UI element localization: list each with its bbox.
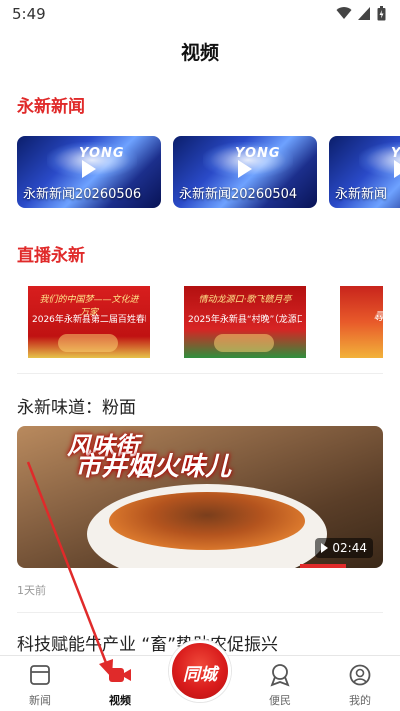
duration-badge: 02:44 bbox=[315, 538, 373, 558]
section-title-live: 直播永新 bbox=[17, 246, 85, 266]
live-decoration bbox=[58, 334, 118, 352]
live-thumb-3[interactable]: 尋味将军县 bbox=[340, 286, 383, 358]
video-overlay-line2: 市井烟火味儿 bbox=[75, 452, 232, 482]
divider bbox=[17, 373, 383, 374]
page-title: 视频 bbox=[180, 42, 219, 64]
signal-icon bbox=[358, 7, 370, 20]
nav-label: 我的 bbox=[349, 694, 371, 707]
nav-item-service[interactable]: 便民 bbox=[250, 662, 310, 708]
video-thumb-news-3[interactable]: YONG 永新新闻 bbox=[329, 136, 400, 208]
tongcheng-logo: 同城 bbox=[183, 665, 217, 685]
duration-text: 02:44 bbox=[332, 541, 367, 555]
time-ago: 1天前 bbox=[17, 584, 46, 597]
service-icon bbox=[267, 662, 293, 688]
status-icons bbox=[336, 6, 386, 21]
nav-label: 视频 bbox=[109, 694, 131, 707]
featured-title[interactable]: 永新味道：粉面 bbox=[17, 393, 136, 418]
thumb-caption: 永新新闻20260504 bbox=[179, 187, 298, 202]
live-banner: 尋味将军县 bbox=[348, 308, 384, 324]
play-icon bbox=[238, 160, 252, 178]
video-thumb-news-1[interactable]: YONG 永新新闻20260506 bbox=[17, 136, 161, 208]
nav-label: 新闻 bbox=[29, 694, 51, 707]
thumb-caption: 永新新闻 bbox=[335, 187, 388, 202]
section-title-news: 永新新闻 bbox=[17, 97, 85, 117]
status-bar: 5:49 bbox=[0, 0, 400, 28]
thumb-brand: YONG bbox=[79, 146, 125, 161]
play-icon bbox=[321, 543, 329, 553]
thumb-caption: 永新新闻20260506 bbox=[23, 187, 142, 202]
video-thumb-news-2[interactable]: YONG 永新新闻20260504 bbox=[173, 136, 317, 208]
nav-item-news[interactable]: 新闻 bbox=[10, 662, 70, 708]
thumb-brand: YONG bbox=[235, 146, 281, 161]
tongcheng-logo-button[interactable]: 同城 bbox=[169, 640, 231, 702]
live-thumb-2[interactable]: 情动龙源口·歌飞赣月亭 2025年永新县“村晚”（龙源口镇） bbox=[184, 286, 306, 358]
news-icon bbox=[27, 662, 53, 688]
nav-label: 便民 bbox=[269, 694, 291, 707]
live-video-row[interactable]: 我们的中国梦——文化进万家 2026年永新县第二届百姓春晚 情动龙源口·歌飞赣月… bbox=[28, 286, 383, 358]
divider bbox=[17, 612, 383, 613]
live-subtitle: 2025年永新县“村晚”（龙源口镇） bbox=[188, 315, 302, 325]
live-subtitle: 2026年永新县第二届百姓春晚 bbox=[32, 315, 146, 325]
thumb-brand: YONG bbox=[391, 146, 400, 161]
video-icon bbox=[107, 662, 133, 688]
live-decoration bbox=[214, 334, 274, 352]
video-progress-bar bbox=[300, 564, 346, 568]
play-icon bbox=[394, 160, 400, 178]
live-thumb-1[interactable]: 我们的中国梦——文化进万家 2026年永新县第二届百姓春晚 bbox=[28, 286, 150, 358]
noodle-image bbox=[109, 492, 305, 550]
next-article-title[interactable]: 科技赋能牛产业 “畜”势助农促振兴 bbox=[17, 630, 278, 655]
play-icon bbox=[82, 160, 96, 178]
status-time: 5:49 bbox=[12, 5, 46, 23]
live-banner: 情动龙源口·歌飞赣月亭 bbox=[198, 295, 292, 305]
featured-video[interactable]: 风味街 市井烟火味儿 02:44 bbox=[17, 426, 383, 568]
nav-item-video[interactable]: 视频 bbox=[90, 662, 150, 708]
wifi-icon bbox=[336, 7, 352, 20]
battery-icon bbox=[377, 6, 386, 21]
news-video-row[interactable]: YONG 永新新闻20260506 YONG 永新新闻20260504 YONG… bbox=[17, 136, 400, 208]
nav-item-profile[interactable]: 我的 bbox=[330, 662, 390, 708]
profile-icon bbox=[347, 662, 373, 688]
